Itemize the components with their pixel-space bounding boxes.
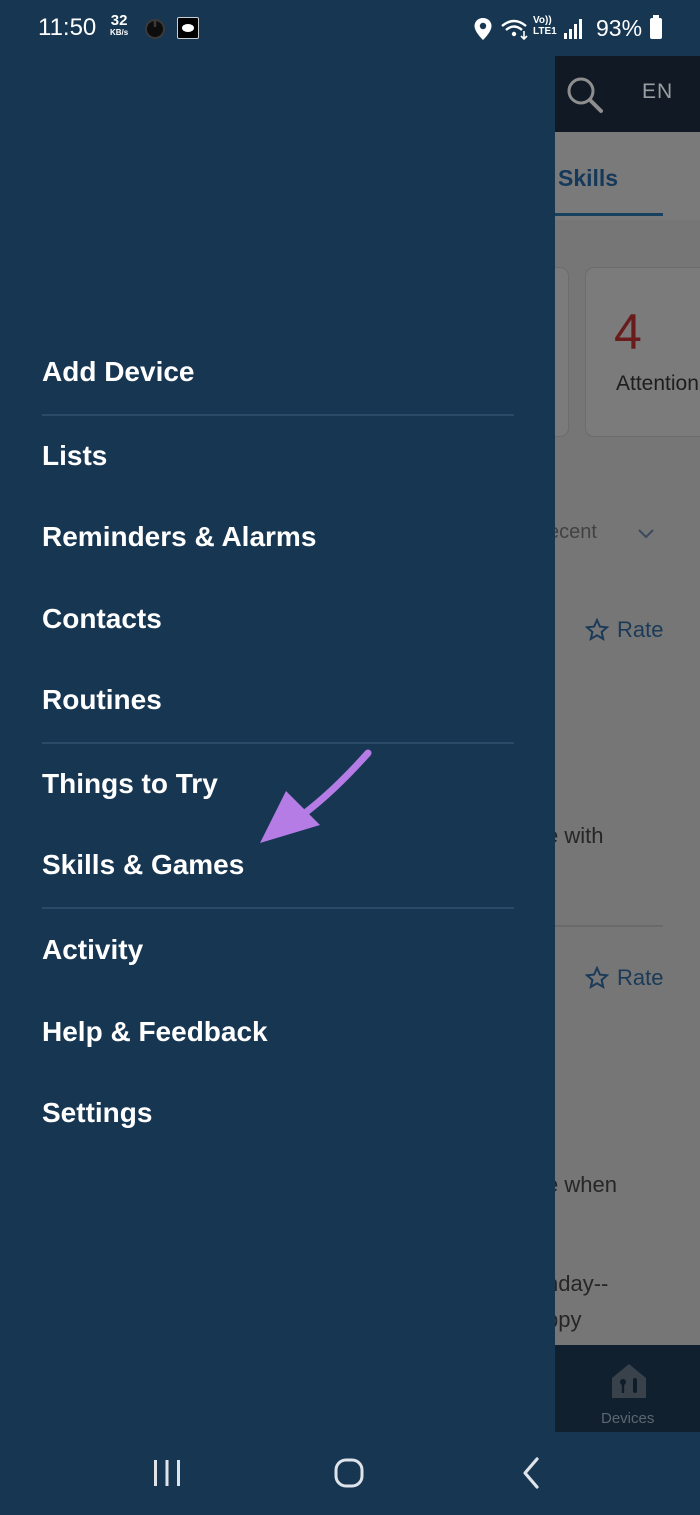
menu-item-skills-games[interactable]: Skills & Games — [42, 849, 244, 881]
menu-item-help-feedback[interactable]: Help & Feedback — [42, 1016, 268, 1048]
menu-item-activity[interactable]: Activity — [42, 934, 143, 966]
menu-item-add-device[interactable]: Add Device — [42, 356, 195, 388]
chevron-down-icon — [638, 529, 654, 539]
menu-item-contacts[interactable]: Contacts — [42, 603, 162, 635]
divider — [540, 925, 663, 927]
battery-icon — [650, 15, 662, 39]
rate-button: Rate — [585, 965, 663, 991]
menu-item-settings[interactable]: Settings — [42, 1097, 152, 1129]
back-icon[interactable] — [520, 1456, 542, 1490]
status-bar: 11:50 32 KB/s Vo)) LTE1 93% — [0, 0, 700, 56]
network-speed: 32 KB/s — [110, 12, 129, 38]
attention-card — [586, 268, 700, 436]
activity-snippet: e when — [546, 1172, 617, 1197]
menu-divider — [42, 907, 514, 909]
sort-label: ecent — [548, 521, 597, 543]
system-nav-bar — [0, 1432, 700, 1515]
location-icon — [474, 18, 492, 40]
menu-item-lists[interactable]: Lists — [42, 440, 107, 472]
arrow-annotation-icon — [260, 749, 372, 843]
volte-label: Vo)) — [533, 15, 552, 26]
power-icon — [145, 19, 165, 39]
tab-skills: Skills — [558, 165, 619, 191]
menu-item-things-to-try[interactable]: Things to Try — [42, 768, 218, 800]
menu-divider — [42, 742, 514, 744]
devices-label: Devices — [601, 1410, 655, 1427]
rate-label: Rate — [617, 965, 664, 990]
attention-label: Attention — [616, 372, 699, 395]
language-selector: EN — [642, 80, 674, 103]
devices-icon — [612, 1364, 646, 1398]
rate-label: Rate — [617, 617, 664, 642]
lte-indicator: Vo)) LTE1 — [533, 15, 557, 37]
network-speed-value: 32 — [110, 12, 128, 29]
battery-percent: 93% — [596, 15, 643, 41]
notification-app-icon — [177, 17, 199, 39]
network-speed-unit: KB/s — [110, 28, 129, 37]
rate-button: Rate — [585, 617, 663, 643]
attention-count: 4 — [614, 304, 642, 360]
lte-label: LTE1 — [533, 26, 557, 37]
recents-icon[interactable] — [150, 1458, 184, 1488]
star-icon — [585, 618, 609, 642]
star-icon — [585, 966, 609, 990]
home-icon[interactable] — [333, 1457, 365, 1489]
menu-divider — [42, 414, 514, 416]
signal-icon — [564, 19, 582, 39]
search-icon — [567, 77, 603, 113]
navigation-drawer: Add Device Lists Reminders & Alarms Cont… — [0, 0, 555, 1432]
status-time: 11:50 — [38, 14, 97, 41]
menu-item-reminders-alarms[interactable]: Reminders & Alarms — [42, 521, 316, 553]
wifi-icon — [501, 19, 528, 40]
menu-item-routines[interactable]: Routines — [42, 684, 162, 716]
activity-snippet: hday-- — [546, 1271, 609, 1296]
